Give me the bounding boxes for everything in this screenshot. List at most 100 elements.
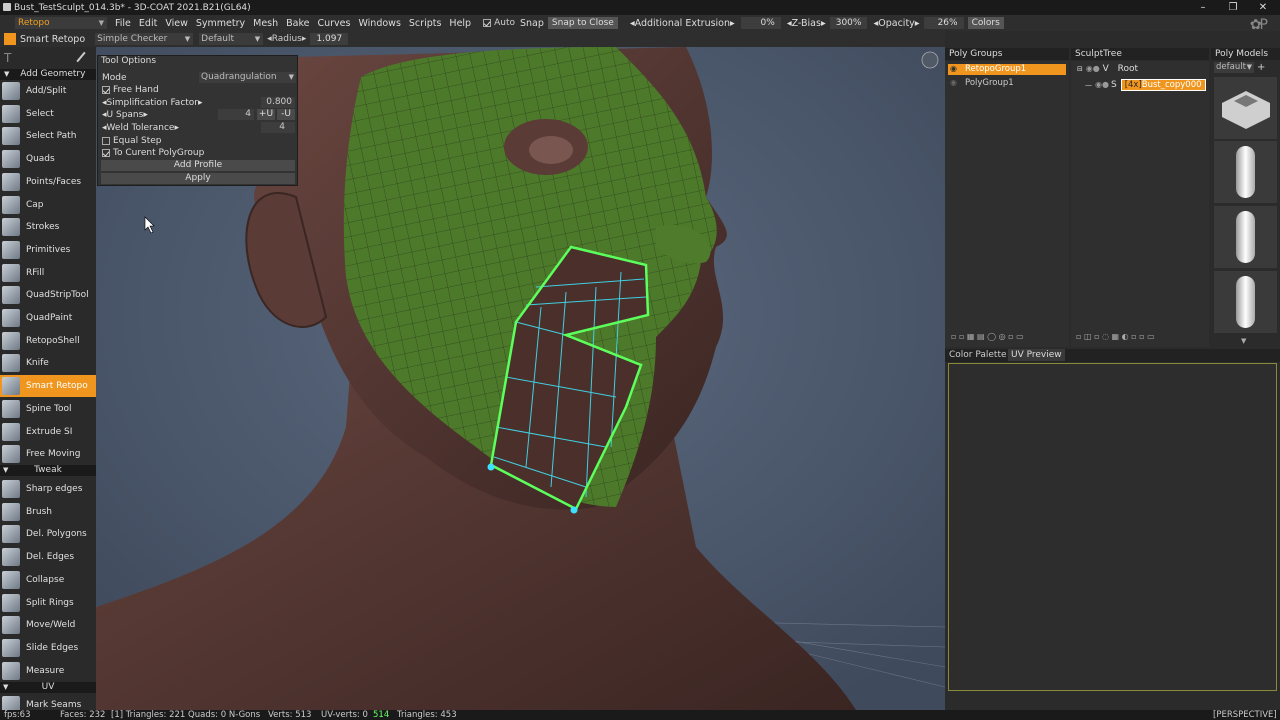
section-uv[interactable]: ▼ UV <box>0 682 96 693</box>
simplification-field[interactable]: 0.800 <box>261 97 295 108</box>
section-add-geometry[interactable]: ▼ Add Geometry <box>0 69 96 80</box>
free-hand-checkbox[interactable]: Free Hand <box>102 85 159 95</box>
to-current-polygroup-checkbox[interactable]: To Curent PolyGroup <box>102 148 204 158</box>
model-thumbnail-capsule[interactable] <box>1214 141 1277 203</box>
tool-move-weld[interactable]: Move/Weld <box>0 614 96 636</box>
u-spans-field[interactable]: 4 <box>218 109 254 120</box>
tab-color-palette[interactable]: Color Palette <box>949 350 1007 360</box>
tool-points-faces[interactable]: Points/Faces <box>0 171 96 193</box>
section-tweak[interactable]: ▼ Tweak <box>0 465 96 476</box>
tool-measure[interactable]: Measure <box>0 660 96 682</box>
tab-uv-preview[interactable]: UV Preview <box>1008 349 1065 361</box>
tool-spine-tool[interactable]: Spine Tool <box>0 398 96 420</box>
tool-primitives[interactable]: Primitives <box>0 239 96 261</box>
colors-button[interactable]: Colors <box>967 17 1004 29</box>
tool-cap[interactable]: Cap <box>0 194 96 216</box>
eye-icon[interactable]: ◉ <box>950 64 957 73</box>
add-model-icon[interactable]: + <box>1257 62 1269 73</box>
menu-curves[interactable]: Curves <box>318 18 351 29</box>
u-plus-button[interactable]: +U <box>257 109 275 120</box>
tree-root[interactable]: ⊟ ◉● V Root <box>1077 64 1138 75</box>
tool-label: Measure <box>26 665 65 676</box>
polygroup-label: PolyGroup1 <box>965 78 1014 88</box>
eye-icon[interactable]: ◉ <box>950 78 957 87</box>
tool-retoposhell[interactable]: RetopoShell <box>0 330 96 352</box>
tool-select[interactable]: Select <box>0 103 96 125</box>
chevron-down-icon: ▼ <box>254 35 261 43</box>
chevron-down-icon: ▼ <box>98 19 104 27</box>
patch-anchor-point[interactable] <box>487 463 495 471</box>
apply-button[interactable]: Apply <box>101 173 295 184</box>
menu-file[interactable]: File <box>115 18 131 29</box>
menu-symmetry[interactable]: Symmetry <box>196 18 245 29</box>
snap-to-close-button[interactable]: Snap to Close <box>547 17 618 29</box>
tool-options-header[interactable]: Tool Options <box>98 56 297 68</box>
room-selector[interactable]: Retopo ▼ <box>15 17 107 29</box>
additional-extrusion-field[interactable]: 0% <box>740 17 781 29</box>
polygroup-item-active[interactable]: ◉ RetopoGroup1 <box>948 64 1066 75</box>
tool-rfill[interactable]: RFill <box>0 262 96 284</box>
close-button[interactable]: ✕ <box>1248 0 1278 15</box>
model-thumbnail-l-shape[interactable] <box>1214 77 1277 139</box>
u-minus-button[interactable]: -U <box>277 109 295 120</box>
model-thumbnail-capsule[interactable] <box>1214 271 1277 333</box>
tool-del-polygons[interactable]: Del. Polygons <box>0 523 96 545</box>
uv-preview-area[interactable] <box>948 363 1277 691</box>
polygroups-toolbar[interactable]: ▫ ▫ ▦ ▤ ◯ ◎ ▫ ▭ <box>945 332 1069 344</box>
polymodels-header[interactable]: Poly Models <box>1211 48 1280 60</box>
tool-add-split[interactable]: Add/Split <box>0 80 96 102</box>
tool-slide-edges[interactable]: Slide Edges <box>0 637 96 659</box>
opacity-field[interactable]: 26% <box>923 17 964 29</box>
tool-sharp-edges[interactable]: Sharp edges <box>0 478 96 500</box>
menu-help[interactable]: Help <box>449 18 471 29</box>
tool-free-moving[interactable]: Free Moving <box>0 443 96 465</box>
tool-extrude-si[interactable]: Extrude SI <box>0 421 96 443</box>
menu-windows[interactable]: Windows <box>358 18 400 29</box>
menu-view[interactable]: View <box>165 18 188 29</box>
tool-strokes[interactable]: Strokes <box>0 216 96 238</box>
tree-item-bust[interactable]: — ◉● S [4x]Bust_copy000 <box>1085 78 1206 91</box>
patch-anchor-point[interactable] <box>570 506 578 514</box>
polygroups-header[interactable]: Poly Groups <box>945 48 1069 60</box>
minimize-button[interactable]: – <box>1188 0 1218 15</box>
app-logo-icon: ✿P <box>1249 17 1268 33</box>
tool-label: Slide Edges <box>26 642 79 653</box>
tool-knife[interactable]: Knife <box>0 352 96 374</box>
tool-quadstriptool[interactable]: QuadStripTool <box>0 284 96 306</box>
zbias-field[interactable]: 300% <box>829 17 868 29</box>
menu-mesh[interactable]: Mesh <box>253 18 278 29</box>
equal-step-checkbox[interactable]: Equal Step <box>102 136 161 146</box>
menu-edit[interactable]: Edit <box>139 18 157 29</box>
room-label: Retopo <box>18 18 50 28</box>
camera-gizmo-icon[interactable] <box>921 51 939 69</box>
tool-smart-retopo[interactable]: Smart Retopo <box>0 375 96 398</box>
eye-icon[interactable]: ◉● <box>1086 64 1100 73</box>
sculpttree-toolbar[interactable]: ▫ ◫ ▫ ◌ ▦ ◐ ▫ ▫ ▭ <box>1073 332 1211 344</box>
tool-collapse[interactable]: Collapse <box>0 569 96 591</box>
add-profile-button[interactable]: Add Profile <box>101 160 295 171</box>
mode-dropdown[interactable]: Quadrangulation ▼ <box>199 72 296 83</box>
scroll-down-icon[interactable]: ▼ <box>1241 337 1246 345</box>
preset-dropdown[interactable]: Default ▼ <box>199 33 264 45</box>
tool-split-rings[interactable]: Split Rings <box>0 592 96 614</box>
text-tool-icon[interactable]: T <box>4 51 11 65</box>
brush-pen-icon[interactable] <box>76 51 86 63</box>
polygroup-item[interactable]: ◉ PolyGroup1 <box>948 78 1066 89</box>
maximize-button[interactable]: ❐ <box>1218 0 1248 15</box>
menu-scripts[interactable]: Scripts <box>409 18 442 29</box>
polymodels-filter-dropdown[interactable]: default ▼ <box>1214 62 1254 73</box>
auto-snap-toggle[interactable]: Auto <box>483 18 515 28</box>
radius-field[interactable]: 1.097 <box>310 33 349 45</box>
tool-del-edges[interactable]: Del. Edges <box>0 546 96 568</box>
menu-bake[interactable]: Bake <box>286 18 309 29</box>
tool-select-path[interactable]: Select Path <box>0 125 96 147</box>
eye-icon[interactable]: ◉● <box>1095 80 1109 89</box>
model-thumbnail-capsule[interactable] <box>1214 206 1277 268</box>
weld-tolerance-field[interactable]: 4 <box>261 122 295 133</box>
tool-brush[interactable]: Brush <box>0 501 96 523</box>
tool-quads[interactable]: Quads <box>0 148 96 170</box>
tool-quadpaint[interactable]: QuadPaint <box>0 307 96 329</box>
sculpttree-header[interactable]: SculptTree <box>1071 48 1209 60</box>
child-flag: S <box>1110 79 1117 90</box>
shader-dropdown[interactable]: Simple Checker ▼ <box>95 33 194 45</box>
